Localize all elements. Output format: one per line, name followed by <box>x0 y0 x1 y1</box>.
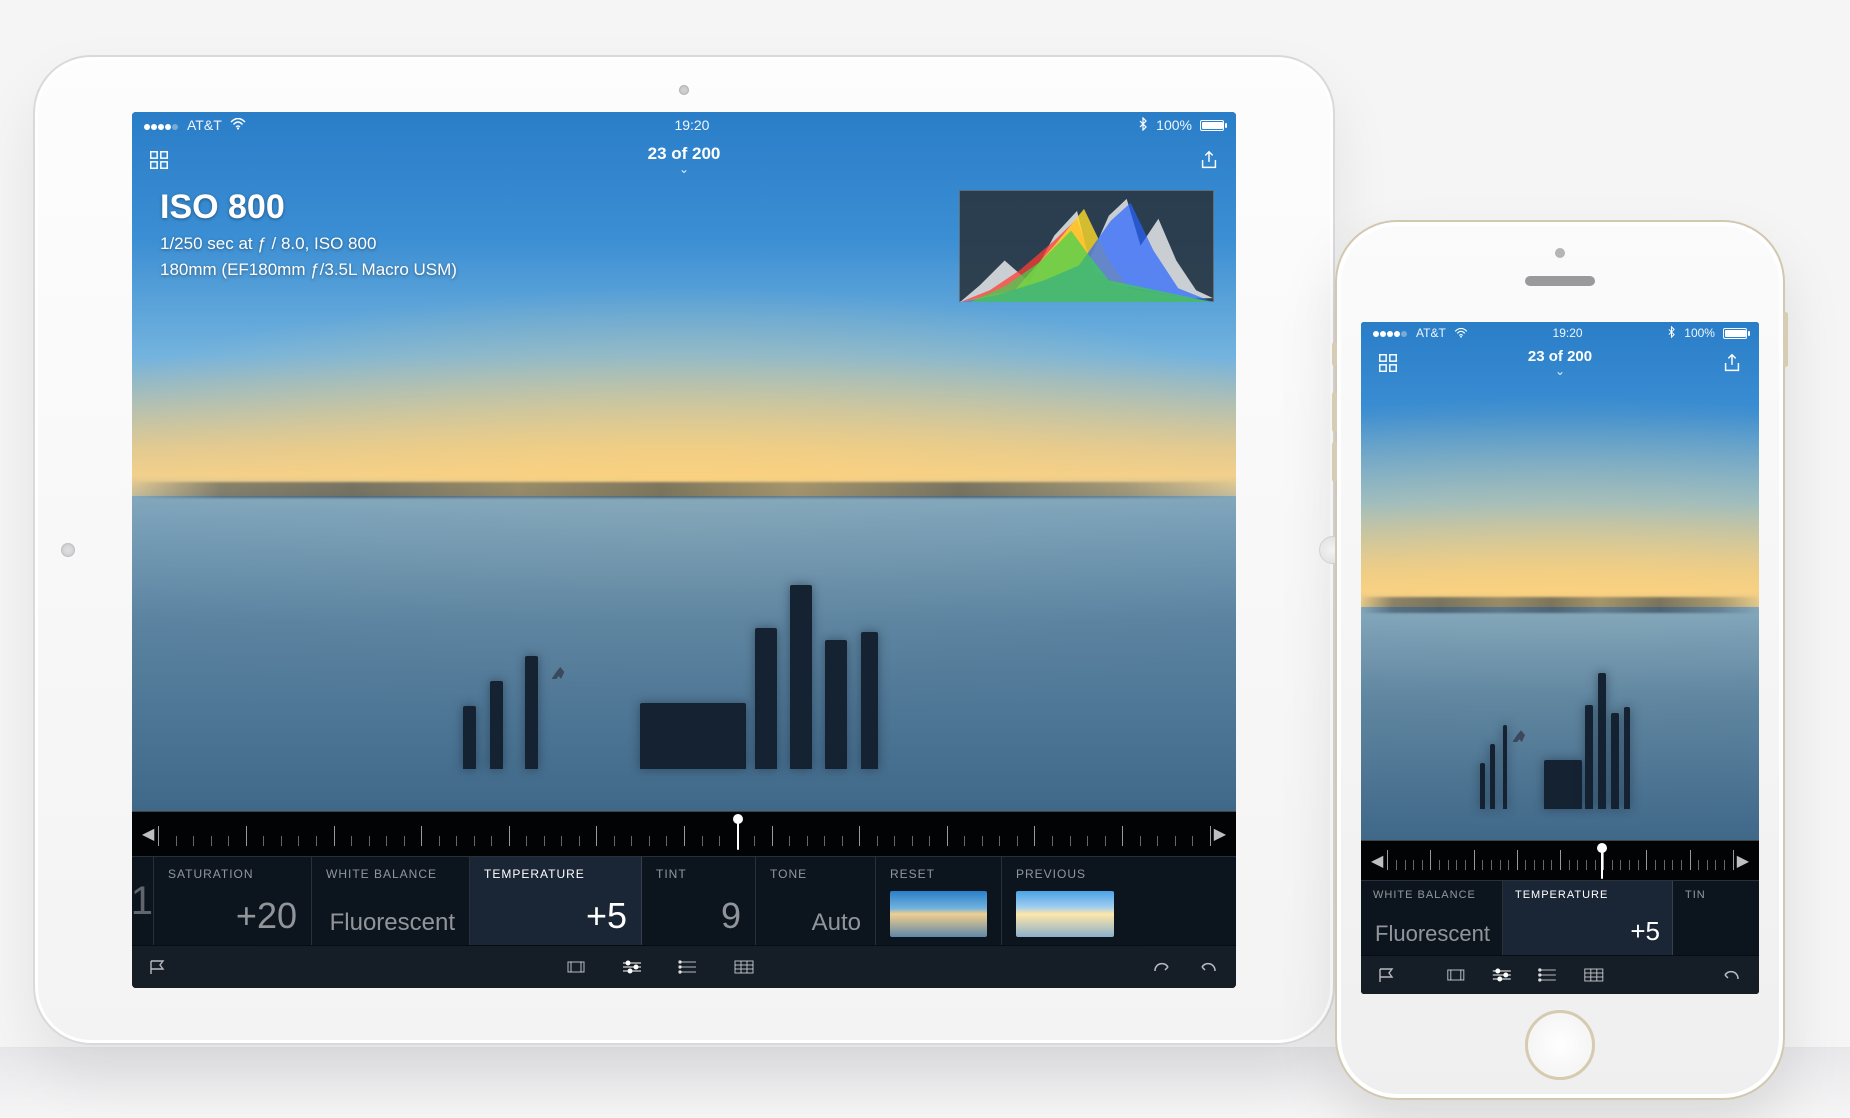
redo-icon[interactable] <box>1150 959 1172 975</box>
photo-viewport[interactable]: AT&T 19:20 100% <box>132 112 1236 811</box>
flag-icon[interactable] <box>1377 967 1399 983</box>
flag-icon[interactable] <box>148 959 170 975</box>
bluetooth-icon <box>1138 117 1148 134</box>
share-icon[interactable] <box>1198 149 1220 171</box>
crop-icon[interactable] <box>565 959 587 975</box>
iphone-screen: AT&T 19:20 100% <box>1361 322 1759 994</box>
grid-icon[interactable] <box>1377 352 1399 374</box>
undo-icon[interactable] <box>1721 967 1743 983</box>
battery-percent: 100% <box>1684 326 1715 340</box>
grid-overlay-icon[interactable] <box>1583 967 1605 983</box>
previous-thumbnail <box>1016 891 1114 937</box>
adjust-icon[interactable] <box>1491 967 1513 983</box>
iphone-power-button <box>1783 312 1788 367</box>
iphone-volume-down <box>1332 442 1337 482</box>
crop-icon[interactable] <box>1445 967 1467 983</box>
panel-previous[interactable]: PREVIOUS <box>1002 857 1128 945</box>
ipad-device: AT&T 19:20 100% <box>33 55 1335 1045</box>
presets-icon[interactable] <box>677 959 699 975</box>
ipad-camera-dot <box>679 85 689 95</box>
slider-right-arrow[interactable]: ▶ <box>1733 851 1753 871</box>
panel-saturation[interactable]: SATURATION +20 <box>154 857 312 945</box>
wifi-icon <box>1454 326 1468 341</box>
iphone-device: AT&T 19:20 100% <box>1335 220 1785 1100</box>
status-time: 19:20 <box>1553 326 1583 340</box>
carrier-label: AT&T <box>187 117 222 133</box>
photo-counter[interactable]: 23 of 200 <box>1528 348 1592 365</box>
bottom-toolbar <box>1361 956 1759 994</box>
panel-tone[interactable]: TONE Auto <box>756 857 876 945</box>
iphone-home-button[interactable] <box>1525 1010 1595 1080</box>
status-bar: AT&T 19:20 100% <box>1361 322 1759 344</box>
panel-edge-left[interactable]: 1 <box>132 857 154 945</box>
adjustment-panels: WHITE BALANCE Fluorescent TEMPERATURE +5… <box>1361 880 1759 956</box>
carrier-label: AT&T <box>1416 326 1446 340</box>
signal-dots-icon <box>1373 326 1408 340</box>
photo-counter[interactable]: 23 of 200 <box>648 144 721 163</box>
panel-temperature[interactable]: TEMPERATURE +5 <box>470 857 642 945</box>
bluetooth-icon <box>1667 326 1676 341</box>
battery-icon <box>1200 120 1224 131</box>
ipad-home-dot <box>61 543 75 557</box>
undo-icon[interactable] <box>1198 959 1220 975</box>
app-top-bar: 23 of 200 ⌄ <box>132 138 1236 182</box>
signal-dots-icon <box>144 117 179 133</box>
photo-metadata: ISO 800 1/250 sec at ƒ / 8.0, ISO 800 18… <box>160 188 457 284</box>
share-icon[interactable] <box>1721 352 1743 374</box>
adjust-icon[interactable] <box>621 959 643 975</box>
panel-white-balance[interactable]: WHITE BALANCE Fluorescent <box>312 857 470 945</box>
grid-overlay-icon[interactable] <box>733 959 755 975</box>
reset-thumbnail <box>890 891 987 937</box>
slider-left-arrow[interactable]: ◀ <box>1367 851 1387 871</box>
slider-left-arrow[interactable]: ◀ <box>138 824 158 844</box>
battery-icon <box>1723 328 1747 339</box>
panel-tint[interactable]: TINT 9 <box>642 857 756 945</box>
ipad-screen: AT&T 19:20 100% <box>132 112 1236 988</box>
photo-viewport[interactable]: AT&T 19:20 100% <box>1361 322 1759 840</box>
iphone-front-camera <box>1555 248 1565 258</box>
bottom-toolbar <box>132 946 1236 988</box>
chevron-down-icon[interactable]: ⌄ <box>132 162 1236 176</box>
iso-label: ISO 800 <box>160 188 457 227</box>
status-time: 19:20 <box>674 117 709 133</box>
panel-tint-partial[interactable]: TIN <box>1673 881 1759 955</box>
iphone-volume-up <box>1332 392 1337 432</box>
iphone-earpiece <box>1525 276 1595 286</box>
status-bar: AT&T 19:20 100% <box>132 112 1236 138</box>
iphone-mute-switch <box>1332 342 1337 366</box>
grid-icon[interactable] <box>148 149 170 171</box>
adjustment-panels: 1 SATURATION +20 WHITE BALANCE Fluoresce… <box>132 856 1236 946</box>
exposure-label: 1/250 sec at ƒ / 8.0, ISO 800 <box>160 231 457 257</box>
chevron-down-icon[interactable]: ⌄ <box>1361 364 1759 378</box>
panel-temperature[interactable]: TEMPERATURE +5 <box>1503 881 1673 955</box>
slider-right-arrow[interactable]: ▶ <box>1210 824 1230 844</box>
battery-percent: 100% <box>1156 117 1192 133</box>
value-slider[interactable]: ◀ ▶ <box>1361 840 1759 880</box>
presets-icon[interactable] <box>1537 967 1559 983</box>
histogram[interactable] <box>959 190 1214 302</box>
panel-white-balance[interactable]: WHITE BALANCE Fluorescent <box>1361 881 1503 955</box>
app-top-bar: 23 of 200 ⌄ <box>1361 344 1759 382</box>
wifi-icon <box>230 118 246 133</box>
lens-label: 180mm (EF180mm ƒ/3.5L Macro USM) <box>160 257 457 283</box>
panel-reset[interactable]: RESET <box>876 857 1002 945</box>
value-slider[interactable]: ◀ ▶ <box>132 811 1236 856</box>
